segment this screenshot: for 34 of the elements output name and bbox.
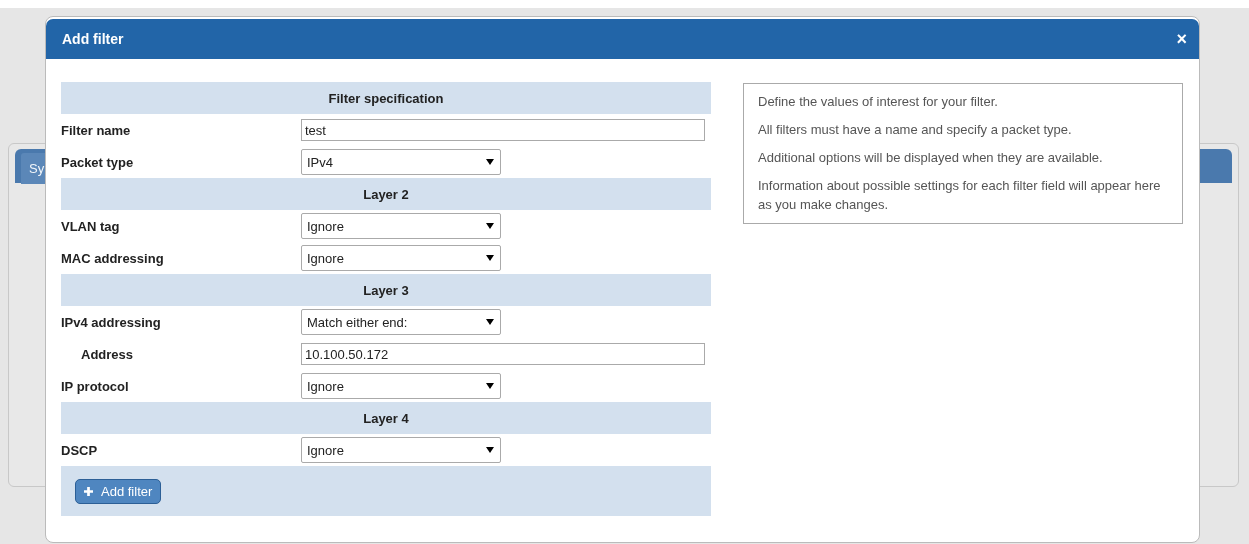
section-title: Layer 4 — [363, 410, 409, 426]
dialog-title: Add filter — [62, 31, 124, 47]
dropdown[interactable]: IPv4 — [301, 149, 501, 175]
close-button[interactable]: × — [1176, 28, 1187, 50]
field-label: IPv4 addressing — [61, 314, 162, 330]
field-label: VLAN tag — [61, 218, 121, 234]
caret-icon — [486, 383, 494, 389]
add-filter-button[interactable]: Add filter — [75, 478, 162, 504]
help-text: Define the values of interest for your filter. — [758, 93, 999, 111]
dropdown[interactable]: Ignore — [301, 373, 501, 399]
dropdown[interactable]: Ignore — [301, 437, 501, 463]
dropdown[interactable]: Match either end: — [301, 309, 501, 335]
section-title: Layer 2 — [363, 186, 409, 202]
dropdown[interactable]: Ignore — [301, 245, 501, 271]
field-label: Address — [80, 346, 135, 362]
section-title: Filter specification — [328, 90, 444, 106]
help-text: All filters must have a name and specify a packet type. — [758, 121, 1073, 139]
caret-icon — [486, 447, 494, 453]
field-label: DSCP — [61, 442, 99, 458]
dropdown[interactable]: Ignore — [301, 213, 501, 239]
field-label: Packet type — [61, 154, 135, 170]
text-field[interactable]: 10.100.50.172 — [301, 343, 705, 365]
caret-icon — [486, 223, 494, 229]
field-label: MAC addressing — [61, 250, 165, 266]
plus-icon — [84, 486, 93, 496]
caret-icon — [486, 255, 494, 261]
section-title: Layer 3 — [363, 282, 409, 298]
help-text: Additional options will be displayed when they are available. — [758, 149, 1104, 167]
field-label: IP protocol — [61, 378, 130, 394]
text-field[interactable]: test — [301, 119, 705, 141]
help-text: Information about possible settings for each filter field will appear here as you make changes. — [758, 177, 1162, 214]
field-label: Filter name — [61, 122, 132, 138]
caret-icon — [486, 319, 494, 325]
caret-icon — [486, 159, 494, 165]
